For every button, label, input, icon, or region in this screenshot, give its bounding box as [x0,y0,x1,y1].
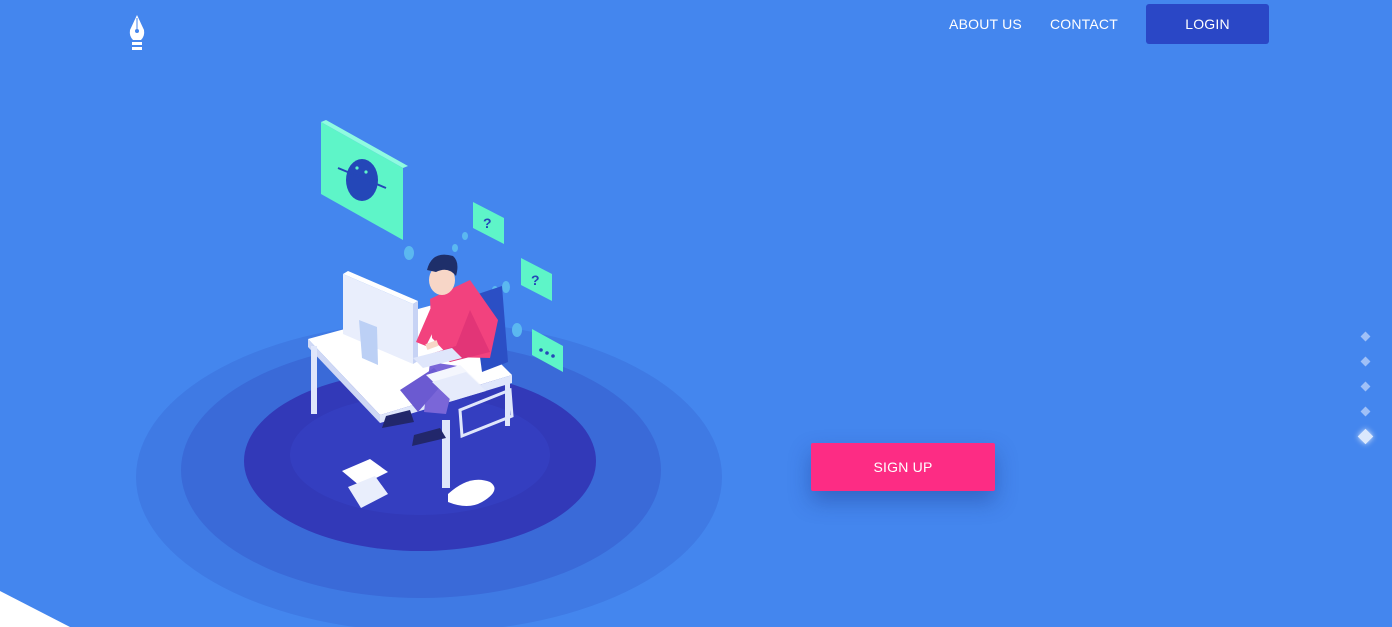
svg-text:?: ? [483,215,492,231]
slide-dot[interactable] [1360,356,1371,367]
login-button[interactable]: LOGIN [1146,4,1269,44]
slide-dot[interactable] [1360,406,1371,417]
slide-dot-active[interactable] [1357,428,1374,445]
slide-dot[interactable] [1360,331,1371,342]
slide-indicator [1357,330,1377,450]
nav-contact-link[interactable]: CONTACT [1050,16,1118,32]
fountain-pen-nib-icon[interactable] [126,14,148,52]
hero-illustration: ? ? [136,120,722,627]
question-card-icon: ? [521,258,552,301]
decorative-corner-shape [0,591,70,627]
nav-about-us-link[interactable]: ABOUT US [949,16,1022,32]
main-nav: ABOUT US CONTACT LOGIN [949,4,1269,44]
robot-card-icon [321,120,408,240]
question-card-icon: ? [473,202,504,244]
svg-text:?: ? [531,272,540,288]
slide-dot[interactable] [1360,381,1371,392]
sign-up-button[interactable]: SIGN UP [811,443,995,491]
